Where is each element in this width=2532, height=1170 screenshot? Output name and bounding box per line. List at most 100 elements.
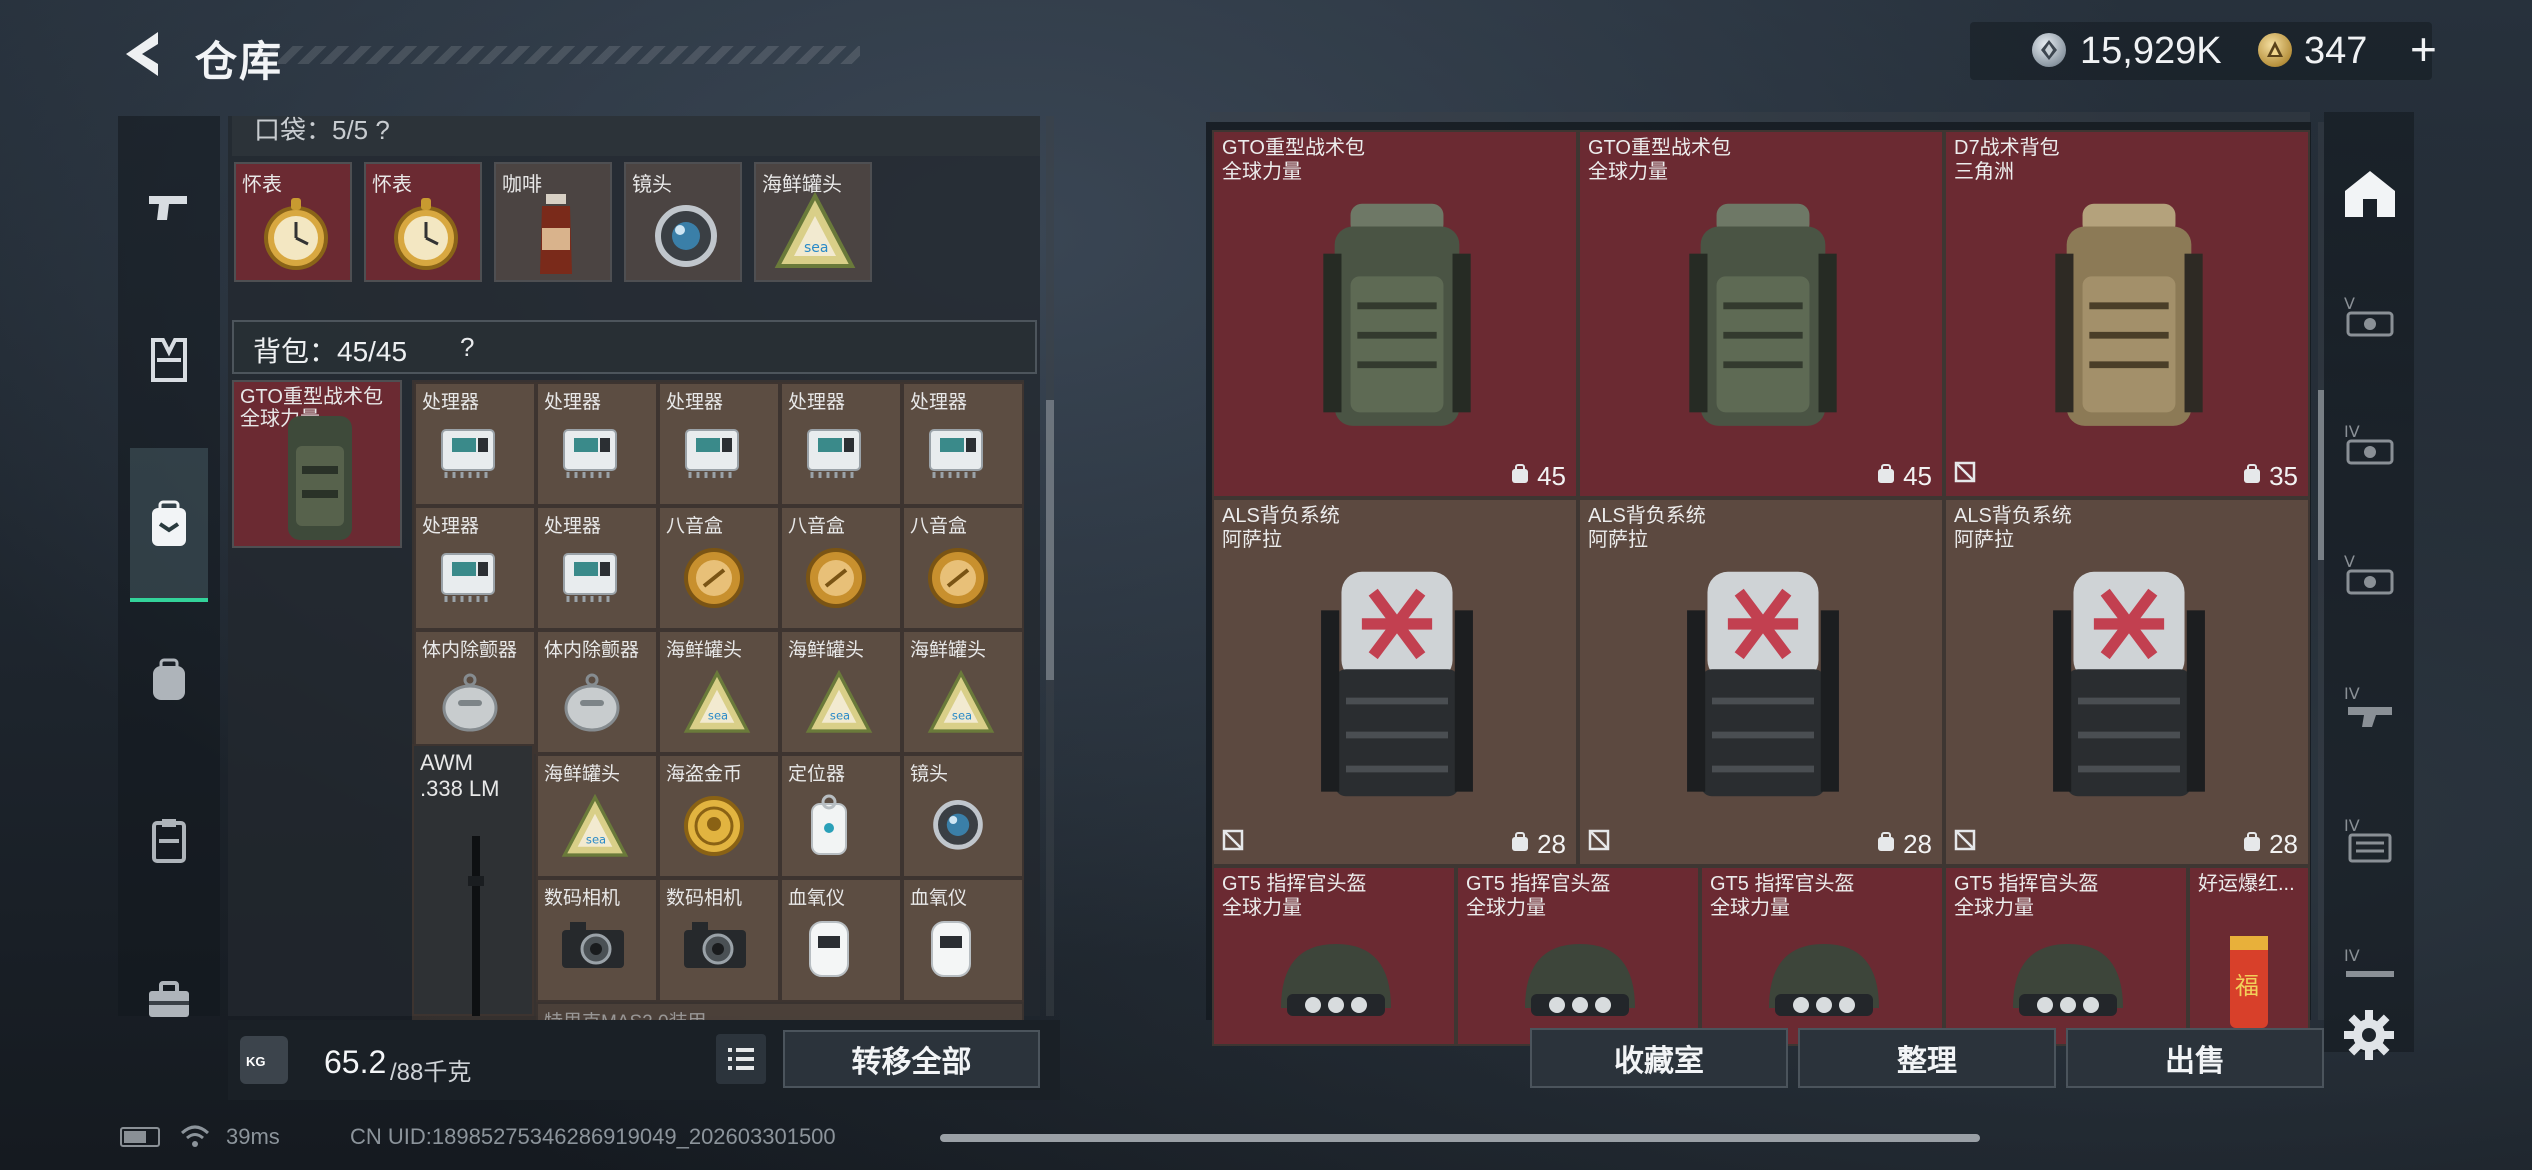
organize-button[interactable]: 整理 [1798, 1028, 2056, 1088]
backpack-item-slot[interactable]: 数码相机 [658, 878, 780, 1002]
rail-tab-weapon[interactable] [130, 168, 208, 248]
capacity-icon [1509, 461, 1531, 491]
stash-tab-1[interactable]: V [2340, 286, 2400, 346]
backpack-item-slot[interactable]: 八音盒 [780, 506, 902, 630]
stash-item-slot[interactable]: GT5 指挥官头盔 全球力量 [1456, 866, 1700, 1046]
rail-tab-case[interactable] [130, 960, 208, 1040]
stash-item-slot[interactable]: ALS背负系统 阿萨拉 28 [1212, 498, 1578, 866]
backpack-item-slot[interactable]: 海鲜罐头 sea [780, 630, 902, 754]
rail-tab-chest-rig[interactable] [130, 800, 208, 880]
backpack-item-slot[interactable]: 处理器 [414, 382, 536, 506]
backpack-item-slot[interactable]: 处理器 [536, 382, 658, 506]
capacity-icon [1875, 829, 1897, 859]
backpack-icon [153, 658, 185, 700]
stash-tab-home[interactable] [2340, 164, 2400, 224]
svg-text:V: V [2344, 294, 2355, 313]
backpack-item-slot[interactable]: 处理器 [414, 506, 536, 630]
backpack-item-slot[interactable]: 处理器 [902, 382, 1024, 506]
item-label: D7战术背包 三角洲 [1954, 137, 2060, 183]
backpack-item-slot[interactable]: 体内除颤器 [536, 630, 658, 754]
backpack-item-slot[interactable]: 海鲜罐头 sea [902, 630, 1024, 754]
pocket-slot[interactable]: 咖啡 [494, 162, 612, 282]
pocket-slot[interactable]: 镜头 [624, 162, 742, 282]
music-box-icon [926, 546, 990, 615]
svg-text:IV: IV [2344, 422, 2360, 441]
item-label: AWM .338 LM [420, 750, 500, 801]
stash-tab-4[interactable]: IV [2340, 676, 2400, 736]
stash-item-slot[interactable]: GT5 指挥官头盔 全球力量 [1944, 866, 2188, 1046]
backpack-item-slot[interactable]: 处理器 [536, 506, 658, 630]
sell-button[interactable]: 出售 [2066, 1028, 2324, 1088]
home-indicator[interactable] [940, 1134, 1980, 1142]
help-icon[interactable]: ? [460, 332, 474, 363]
unsellable-icon [1222, 829, 1244, 856]
stash-tab-5[interactable]: IV [2340, 808, 2400, 868]
backpack-item-slot[interactable]: 体内除颤器 [414, 630, 536, 754]
backpack-item-slot[interactable]: 海鲜罐头 sea [536, 754, 658, 878]
settings-gear-icon[interactable] [2340, 1006, 2398, 1064]
capacity-value: 45 [1537, 461, 1566, 491]
backpack-item-slot[interactable]: 海盗金币 [658, 754, 780, 878]
stash-item-slot[interactable]: GT5 指挥官头盔 全球力量 [1212, 866, 1456, 1046]
item-label: ALS背负系统 阿萨拉 [1954, 505, 2072, 551]
stash-item-slot[interactable]: 福 好运爆红... [2188, 866, 2310, 1046]
oximeter-icon [804, 918, 854, 985]
stash-item-slot[interactable]: GTO重型战术包 全球力量 45 [1212, 130, 1578, 498]
rail-tab-vest[interactable] [130, 320, 208, 400]
stash-tab-3[interactable]: V [2340, 544, 2400, 604]
pocket-slot[interactable]: 怀表 [234, 162, 352, 282]
backpack-item-slot[interactable]: 处理器 [780, 382, 902, 506]
backpack-item-slot[interactable]: 血氧仪 [780, 878, 902, 1002]
pirate-coin-icon [682, 794, 746, 863]
stash-item-slot[interactable]: ALS背负系统 阿萨拉 28 [1944, 498, 2310, 866]
camera-icon [560, 918, 626, 977]
stash-tab-6[interactable]: IV [2340, 938, 2400, 998]
backpack-active-icon [152, 500, 186, 546]
item-label: 海盗金币 [666, 764, 743, 785]
ping-readout: 39ms [226, 1124, 280, 1149]
weight-kg-label: KG [246, 1054, 266, 1069]
backpack-item-slot[interactable]: 定位器 [780, 754, 902, 878]
stash-item-slot[interactable]: GT5 指挥官头盔 全球力量 [1700, 866, 1944, 1046]
unsellable-icon [1588, 829, 1610, 856]
back-button[interactable] [118, 28, 166, 80]
stash-tab-2[interactable]: IV [2340, 414, 2400, 474]
svg-text:sea: sea [804, 240, 829, 256]
iv-rifle-icon: IV [2344, 946, 2394, 977]
backpack-item-slot[interactable]: 八音盒 [658, 506, 780, 630]
capacity-icon [2241, 829, 2263, 859]
helmet-icon [2003, 938, 2133, 1033]
seafood-can-icon: sea [804, 669, 874, 741]
backpack-item-slot[interactable]: 数码相机 [536, 878, 658, 1002]
backpack-item-slot[interactable]: 处理器 [658, 382, 780, 506]
inventory-scroll-thumb[interactable] [1046, 400, 1054, 680]
list-icon [728, 1048, 754, 1070]
rail-tab-backpack-active[interactable] [130, 484, 208, 564]
pocket-slot[interactable]: 怀表 [364, 162, 482, 282]
stash-item-slot[interactable]: D7战术背包 三角洲 35 [1944, 130, 2310, 498]
list-view-button[interactable] [716, 1034, 766, 1084]
title-decoration [270, 46, 860, 64]
equipped-backpack-slot[interactable]: GTO重型战术包 全球力量 [232, 380, 402, 548]
stash-item-slot[interactable]: GTO重型战术包 全球力量 45 [1578, 130, 1944, 498]
awm-rifle-slot[interactable]: AWM .338 LM [412, 744, 534, 1016]
add-currency-button[interactable]: + [2410, 22, 2437, 76]
stash-item-slot[interactable]: ALS背负系统 阿萨拉 28 [1578, 498, 1944, 866]
item-label: 处理器 [666, 392, 724, 413]
item-label: 好运爆红... [2198, 873, 2295, 895]
rail-tab-bag[interactable] [130, 640, 208, 720]
backpack-item-slot[interactable]: 八音盒 [902, 506, 1024, 630]
processor-icon [438, 546, 498, 609]
backpack-item-slot[interactable]: 海鲜罐头 sea [658, 630, 780, 754]
item-label: 处理器 [544, 516, 602, 537]
item-label: 海鲜罐头 [788, 640, 865, 661]
item-label: 体内除颤器 [544, 640, 640, 661]
transfer-all-button[interactable]: 转移全部 [783, 1030, 1040, 1088]
item-label: ALS背负系统 阿萨拉 [1222, 505, 1340, 551]
pocket-watch-icon [264, 198, 328, 270]
backpack-item-slot[interactable]: 血氧仪 [902, 878, 1024, 1002]
pocket-slot[interactable]: 海鲜罐头 sea [754, 162, 872, 282]
item-label: 定位器 [788, 764, 846, 785]
backpack-item-slot[interactable]: 镜头 [902, 754, 1024, 878]
collection-room-button[interactable]: 收藏室 [1530, 1028, 1788, 1088]
